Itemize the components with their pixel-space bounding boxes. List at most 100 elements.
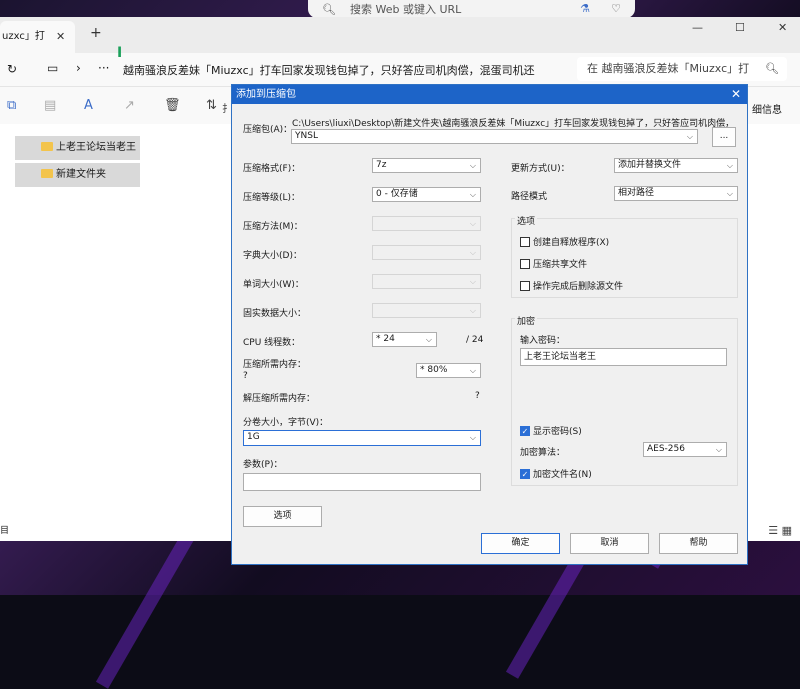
method-select[interactable]: ⌵ (372, 216, 481, 231)
password-input[interactable]: 上老王论坛当老王 (520, 348, 727, 366)
checkbox-box (520, 258, 530, 269)
cpu-label: CPU 线程数： (243, 338, 301, 348)
sfx-label: 创建自释放程序(X) (533, 238, 610, 248)
cpu-total: / 24 (466, 335, 484, 345)
enc-method-value: AES-256 (647, 444, 685, 454)
chevron-down-icon: ⌵ (469, 366, 476, 375)
update-select[interactable]: 添加并替换文件 ⌵ (614, 158, 738, 173)
text-cursor-icon: I (117, 45, 123, 61)
chevron-down-icon: ⌵ (469, 248, 476, 257)
mem-decomp-value: ? (475, 391, 480, 401)
rename-icon[interactable]: A (84, 98, 93, 113)
solid-select[interactable]: ⌵ (372, 303, 481, 318)
heart-icon[interactable]: ♡ (611, 2, 621, 15)
cancel-button[interactable]: 取消 (570, 533, 649, 554)
path-label: 路径模式 (511, 192, 548, 202)
shared-label: 压缩共享文件 (533, 260, 588, 270)
monitor-icon[interactable]: ▭ (47, 61, 58, 75)
close-icon[interactable]: ✕ (731, 85, 741, 104)
archive-name-value: YNSL (295, 131, 318, 141)
breadcrumb[interactable]: 越南骚浪反差妹「Miuzxc」打车回家发现钱包掉了，只好答应司机肉偿，混蛋司机还 (123, 62, 548, 78)
format-select[interactable]: 7z ⌵ (372, 158, 481, 173)
solid-label: 固实数据大小： (243, 309, 307, 319)
view-toggle-icon[interactable]: ☰ ▦ (768, 524, 792, 537)
folder-search-input[interactable]: 在 越南骚浪反差妹「Miuzxc」打 🔍︎ (577, 57, 787, 81)
folder-item[interactable]: 新建文件夹 (15, 163, 140, 187)
more-icon[interactable]: ··· (98, 61, 109, 75)
delete-icon[interactable]: 🗑 (164, 98, 181, 113)
delete-checkbox[interactable]: 操作完成后删除源文件 (520, 279, 623, 292)
archive-name-combo[interactable]: YNSL ⌵ (291, 129, 698, 144)
status-text: 目 (0, 526, 10, 536)
dict-select[interactable]: ⌵ (372, 245, 481, 260)
level-value: 0 - 仅存储 (376, 189, 418, 199)
chevron-down-icon: ⌵ (469, 433, 476, 442)
browser-search-bar[interactable]: 🔍︎ 搜索 Web 或键入 URL ⚗ ♡ (308, 0, 635, 18)
copy-icon[interactable]: ⧉ (7, 98, 16, 113)
paste-icon[interactable]: ▤ (44, 98, 56, 113)
chevron-down-icon: ⌵ (469, 190, 476, 199)
encrypt-names-label: 加密文件名(N) (533, 470, 592, 480)
browse-button[interactable]: ... (712, 127, 736, 147)
dialog-titlebar: 添加到压缩包 ✕ (232, 85, 747, 104)
search-icon: 🔍︎ (322, 2, 336, 16)
split-value: 1G (247, 432, 260, 442)
enc-method-label: 加密算法： (520, 448, 566, 458)
options-button[interactable]: 选项 (243, 506, 322, 527)
explorer-tab[interactable]: uzxc」打 ✕ (0, 21, 75, 53)
ok-button[interactable]: 确定 (481, 533, 560, 554)
folder-item[interactable]: 上老王论坛当老王 (15, 136, 140, 160)
cpu-value: * 24 (376, 334, 395, 344)
checkmark-icon: ✓ (520, 425, 530, 436)
format-value: 7z (376, 160, 387, 170)
folder-name: 新建文件夹 (56, 169, 106, 180)
mem-comp-select[interactable]: * 80% ⌵ (416, 363, 481, 378)
flask-icon[interactable]: ⚗ (580, 2, 590, 15)
maximize-icon[interactable]: ☐ (735, 21, 745, 34)
minimize-icon[interactable]: — (692, 21, 703, 34)
search-placeholder: 搜索 Web 或键入 URL (349, 3, 462, 16)
refresh-icon[interactable]: ↻ (7, 62, 17, 76)
shared-checkbox[interactable]: 压缩共享文件 (520, 257, 587, 270)
sfx-checkbox[interactable]: 创建自释放程序(X) (520, 235, 609, 248)
add-to-archive-dialog: 添加到压缩包 ✕ 压缩包(A)： C:\Users\liuxi\Desktop\… (231, 84, 748, 565)
split-combo[interactable]: 1G ⌵ (243, 430, 481, 446)
show-password-checkbox[interactable]: ✓ 显示密码(S) (520, 424, 582, 437)
chevron-right-icon[interactable]: › (76, 61, 81, 75)
help-button[interactable]: 帮助 (659, 533, 738, 554)
path-value: 相对路径 (618, 188, 655, 198)
chevron-down-icon: ⌵ (469, 306, 476, 315)
delete-label: 操作完成后删除源文件 (533, 282, 624, 292)
word-label: 单词大小(W)： (243, 280, 304, 290)
encrypt-names-checkbox[interactable]: ✓ 加密文件名(N) (520, 467, 592, 480)
checkmark-icon: ✓ (520, 468, 530, 479)
sort-icon[interactable]: ⇅ (206, 98, 217, 113)
search-icon: 🔍︎ (765, 62, 779, 75)
split-label: 分卷大小，字节(V)： (243, 418, 329, 428)
cpu-select[interactable]: * 24 ⌵ (372, 332, 437, 347)
update-label: 更新方式(U)： (511, 164, 570, 174)
close-icon[interactable]: ✕ (56, 21, 65, 53)
params-label: 参数(P)： (243, 460, 283, 470)
password-label: 输入密码： (520, 336, 566, 346)
share-icon[interactable]: ↗ (124, 98, 135, 113)
chevron-down-icon: ⌵ (726, 161, 733, 170)
chevron-down-icon: ⌵ (469, 161, 476, 170)
dialog-title: 添加到压缩包 (236, 89, 296, 100)
level-select[interactable]: 0 - 仅存储 ⌵ (372, 187, 481, 202)
path-select[interactable]: 相对路径 ⌵ (614, 186, 738, 201)
close-window-icon[interactable]: ✕ (778, 21, 787, 34)
mem-comp-question: ? (243, 371, 248, 381)
new-tab-icon[interactable]: + (90, 25, 102, 41)
mem-comp-value: * 80% (420, 365, 448, 375)
method-label: 压缩方法(M)： (243, 222, 303, 232)
show-password-label: 显示密码(S) (533, 427, 582, 437)
enc-method-select[interactable]: AES-256 ⌵ (643, 442, 727, 457)
archive-label: 压缩包(A)： (243, 125, 293, 135)
details-button[interactable]: 细信息 (752, 101, 782, 116)
word-select[interactable]: ⌵ (372, 274, 481, 289)
folder-icon (41, 142, 53, 151)
params-input[interactable] (243, 473, 481, 491)
folder-search-placeholder: 在 越南骚浪反差妹「Miuzxc」打 (587, 62, 750, 75)
update-value: 添加并替换文件 (618, 160, 682, 170)
